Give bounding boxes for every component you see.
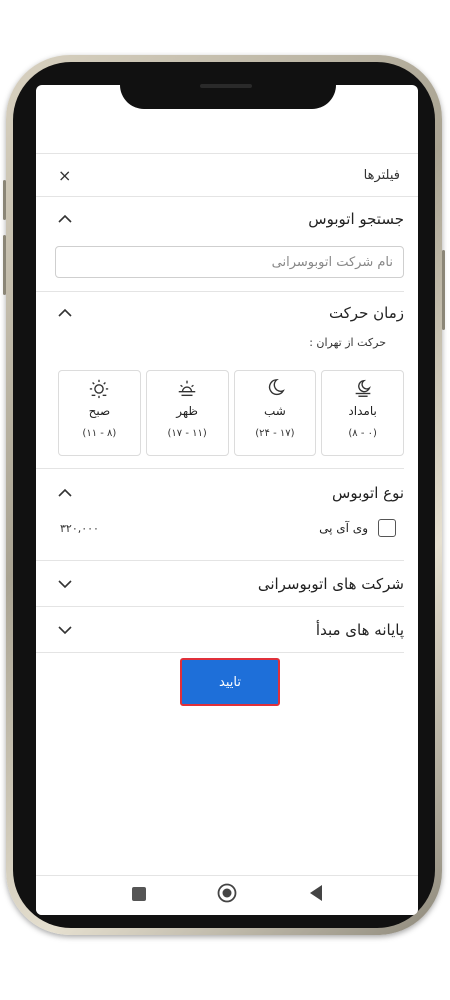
section-bus-search-header[interactable]: جستجو اتوبوس [56, 204, 404, 234]
page-title: فیلترها [363, 167, 400, 183]
chevron-down-icon [58, 626, 72, 635]
time-slot-label: بامداد [348, 404, 377, 418]
close-icon[interactable]: × [58, 166, 71, 185]
vip-option: وی آی پی [319, 519, 396, 537]
side-button [3, 180, 6, 220]
speaker-grille [200, 84, 252, 88]
side-button [3, 235, 6, 295]
time-slot-noon[interactable]: ظهر (۱۱ - ۱۷) [145, 370, 229, 456]
vip-checkbox[interactable] [378, 519, 396, 537]
app-screen: فیلترها × جستجو اتوبوس زمان حرکت حرکت از… [36, 85, 418, 915]
divider [36, 560, 404, 561]
moon-rise-icon [355, 379, 371, 397]
section-title: پایانه های مبدأ [315, 621, 404, 639]
confirm-button[interactable]: تایید [180, 658, 280, 706]
phone-notch [120, 75, 336, 109]
time-slot-range: (۸ - ۱۱) [82, 428, 117, 439]
time-slot-dawn[interactable]: بامداد (۰ - ۸) [321, 370, 404, 456]
time-slot-label: صبح [88, 404, 111, 418]
time-slot-range: (۰ - ۸) [348, 428, 377, 439]
divider [36, 291, 404, 292]
divider [36, 468, 404, 469]
chevron-up-icon [58, 308, 72, 317]
section-bus-type-header[interactable]: نوع اتوبوس [56, 478, 404, 508]
chevron-up-icon [58, 488, 72, 497]
time-slot-night[interactable]: شب (۱۷ - ۲۴) [233, 370, 317, 456]
time-slot-label: ظهر [176, 404, 198, 418]
section-companies-header[interactable]: شرکت های اتوبوسرانی [56, 569, 404, 599]
side-button [442, 250, 445, 330]
section-title: نوع اتوبوس [332, 484, 404, 502]
chevron-down-icon [58, 580, 72, 589]
sunrise-icon [178, 380, 196, 397]
chevron-up-icon [58, 214, 72, 223]
vip-label: وی آی پی [319, 521, 368, 535]
filters-header: فیلترها × [36, 153, 418, 197]
moon-icon [268, 379, 285, 396]
time-slot-morning[interactable]: صبح (۸ - ۱۱) [58, 370, 141, 456]
vip-price: ۳۲۰,۰۰۰ [60, 521, 99, 535]
back-icon[interactable] [308, 884, 324, 902]
bus-type-option-vip: وی آی پی ۳۲۰,۰۰۰ [60, 515, 396, 541]
bus-company-search-input[interactable] [55, 246, 404, 278]
section-terminals-header[interactable]: پایانه های مبدأ [56, 615, 404, 645]
time-slot-range: (۱۷ - ۲۴) [255, 428, 295, 439]
time-slots: بامداد (۰ - ۸) شب (۱۷ - ۲۴) ظهر (۱۱ - ۱۷… [58, 370, 404, 456]
departure-from-label: حرکت از تهران : [309, 336, 386, 349]
time-slot-range: (۱۱ - ۱۷) [167, 428, 207, 439]
sun-icon [90, 379, 109, 399]
section-title: زمان حرکت [328, 304, 404, 322]
system-navbar [36, 875, 418, 915]
section-departure-time-header[interactable]: زمان حرکت [56, 298, 404, 328]
time-slot-label: شب [263, 404, 286, 418]
divider [36, 606, 404, 607]
section-title: جستجو اتوبوس [308, 210, 404, 228]
recent-apps-icon[interactable] [132, 887, 146, 901]
home-icon[interactable] [217, 883, 237, 903]
divider [36, 652, 404, 653]
section-title: شرکت های اتوبوسرانی [257, 575, 404, 593]
